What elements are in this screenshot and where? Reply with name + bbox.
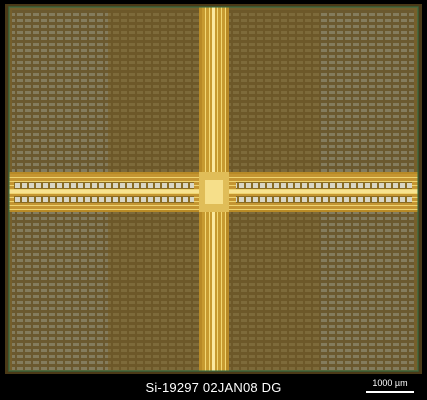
caption-bar: Si-19297 02JAN08 DG xyxy=(0,376,427,400)
memory-array-bottom-right xyxy=(228,212,414,370)
memory-array-bottom-left xyxy=(12,212,200,370)
scale-bar xyxy=(366,391,414,393)
die-micrograph xyxy=(5,4,422,374)
scale-bar-label: 1000 µm xyxy=(372,378,408,388)
memory-array-top-left xyxy=(12,10,200,174)
memory-array-top-right xyxy=(228,10,414,174)
caption-text: Si-19297 02JAN08 DG xyxy=(145,380,282,395)
